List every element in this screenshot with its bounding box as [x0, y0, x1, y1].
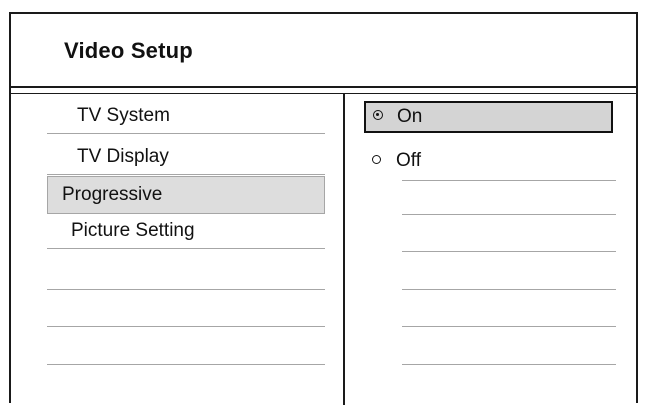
option-empty-row	[402, 180, 616, 181]
menu-item-tv-system[interactable]: TV System	[47, 98, 325, 134]
option-empty-row	[402, 251, 616, 252]
option-label: Off	[396, 150, 421, 171]
menu-item-picture-setting[interactable]: Picture Setting	[47, 213, 325, 249]
option-empty-row	[402, 289, 616, 290]
menu-empty-row	[47, 289, 325, 290]
header-separator	[11, 93, 636, 94]
option-label: On	[397, 106, 423, 127]
option-on[interactable]: On	[364, 101, 613, 133]
radio-unselected-icon	[372, 155, 381, 164]
title-bar: Video Setup	[11, 14, 636, 88]
menu-item-tv-display[interactable]: TV Display	[47, 139, 325, 175]
option-empty-row	[402, 326, 616, 327]
menu-item-label: TV System	[77, 105, 170, 126]
menu-item-label: Progressive	[62, 184, 163, 205]
menu-item-progressive[interactable]: Progressive	[47, 176, 325, 214]
menu-item-label: Picture Setting	[71, 220, 195, 241]
option-off[interactable]: Off	[364, 145, 616, 177]
option-empty-row	[402, 214, 616, 215]
page-title: Video Setup	[64, 38, 193, 63]
menu-item-label: TV Display	[77, 146, 169, 167]
radio-selected-icon	[373, 110, 383, 120]
video-setup-panel: Video Setup TV System TV Display Progres…	[9, 12, 638, 405]
column-divider	[343, 93, 345, 405]
menu-empty-row	[47, 364, 325, 365]
menu-empty-row	[47, 326, 325, 327]
option-empty-row	[402, 364, 616, 365]
